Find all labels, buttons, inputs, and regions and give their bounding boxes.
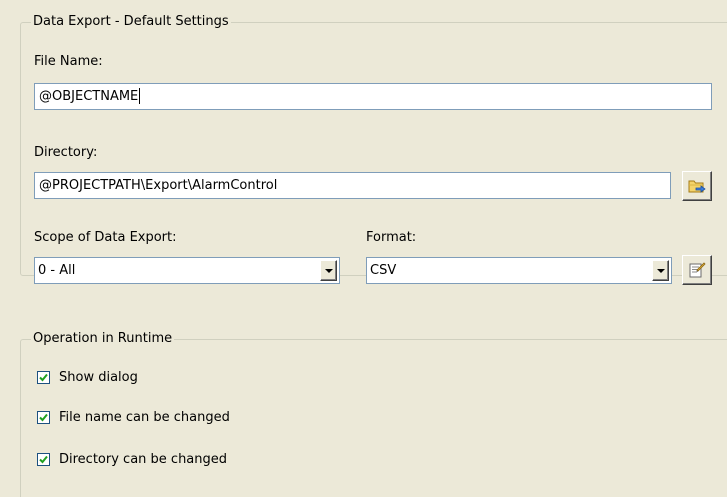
data-export-group-title: Data Export - Default Settings <box>31 14 231 30</box>
format-selected-value: CSV <box>370 263 397 278</box>
check-icon <box>39 373 48 382</box>
show-dialog-checkbox[interactable] <box>37 371 50 384</box>
folder-browse-icon <box>688 180 706 193</box>
file-name-changeable-checkbox[interactable] <box>37 411 50 424</box>
check-icon <box>39 455 48 464</box>
directory-input[interactable]: @PROJECTPATH\Export\AlarmControl <box>34 172 671 199</box>
file-name-input[interactable]: @OBJECTNAME <box>34 83 712 110</box>
runtime-group-title: Operation in Runtime <box>31 331 175 347</box>
directory-changeable-checkbox[interactable] <box>37 453 50 466</box>
scope-selected-value: 0 - All <box>38 263 76 278</box>
directory-value: @PROJECTPATH\Export\AlarmControl <box>39 178 278 193</box>
format-select[interactable]: CSV <box>366 257 672 284</box>
file-name-value: @OBJECTNAME <box>39 89 139 104</box>
scope-dropdown-chevron-icon[interactable] <box>320 260 337 281</box>
file-name-label: File Name: <box>34 54 103 69</box>
file-name-changeable-label: File name can be changed <box>59 410 230 425</box>
browse-directory-button[interactable] <box>682 171 712 201</box>
export-settings-panel: Data Export - Default Settings File Name… <box>0 0 727 497</box>
scope-label: Scope of Data Export: <box>34 230 177 245</box>
format-dropdown-chevron-icon[interactable] <box>652 260 669 281</box>
format-label: Format: <box>366 230 417 245</box>
text-caret <box>139 87 141 104</box>
directory-changeable-label: Directory can be changed <box>59 452 228 467</box>
scope-select[interactable]: 0 - All <box>34 257 340 284</box>
format-settings-button[interactable] <box>682 255 712 285</box>
format-settings-icon <box>689 262 706 278</box>
check-icon <box>39 413 48 422</box>
directory-label: Directory: <box>34 145 98 160</box>
show-dialog-label: Show dialog <box>59 370 138 385</box>
